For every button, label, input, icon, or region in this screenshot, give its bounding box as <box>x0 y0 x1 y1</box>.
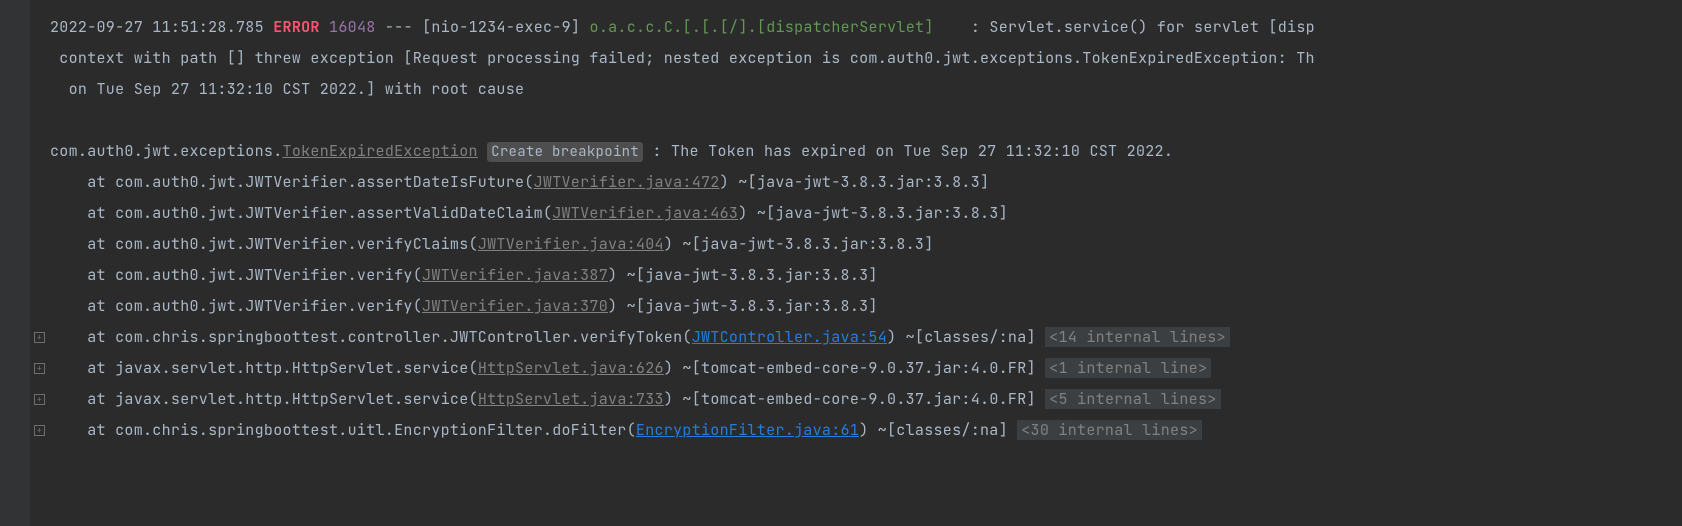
stack-suffix: ) ~[java-jwt-3.8.3.jar:3.8.3] <box>608 296 878 316</box>
stack-frame: at com.chris.springboottest.uitl.Encrypt… <box>50 415 1682 446</box>
stack-suffix: ) ~[tomcat-embed-core-9.0.37.jar:4.0.FR] <box>664 358 1045 378</box>
stack-prefix: at com.chris.springboottest.uitl.Encrypt… <box>50 420 636 440</box>
stack-frame: at com.chris.springboottest.controller.J… <box>50 322 1682 353</box>
stack-prefix: at javax.servlet.http.HttpServlet.servic… <box>50 358 478 378</box>
stack-suffix: ) ~[java-jwt-3.8.3.jar:3.8.3] <box>720 172 990 192</box>
expand-icon[interactable]: + <box>34 394 45 405</box>
console-output: 2022-09-27 11:51:28.785 ERROR 16048 --- … <box>50 12 1682 446</box>
stack-suffix: ) ~[classes/:na] <box>887 327 1045 347</box>
stack-suffix: ) ~[classes/:na] <box>859 420 1017 440</box>
stack-frame: at com.auth0.jwt.JWTVerifier.assertDateI… <box>50 167 1682 198</box>
stack-frame: at com.auth0.jwt.JWTVerifier.verify(JWTV… <box>50 291 1682 322</box>
log-level: ERROR <box>273 17 320 37</box>
timestamp: 2022-09-27 11:51:28.785 <box>50 17 264 37</box>
log-message: : Servlet.service() for servlet [disp <box>971 17 1315 37</box>
internal-lines-fold[interactable]: <30 internal lines> <box>1017 420 1202 440</box>
internal-lines-fold[interactable]: <1 internal line> <box>1045 358 1211 378</box>
stack-suffix: ) ~[tomcat-embed-core-9.0.37.jar:4.0.FR] <box>664 389 1045 409</box>
expand-icon[interactable]: + <box>34 332 45 343</box>
source-link[interactable]: JWTVerifier.java:463 <box>552 203 738 223</box>
stack-suffix: ) ~[java-jwt-3.8.3.jar:3.8.3] <box>608 265 878 285</box>
expand-icon[interactable]: + <box>34 425 45 436</box>
stack-frame: at com.auth0.jwt.JWTVerifier.verify(JWTV… <box>50 260 1682 291</box>
source-link[interactable]: JWTVerifier.java:404 <box>478 234 664 254</box>
stack-frame: at com.auth0.jwt.JWTVerifier.verifyClaim… <box>50 229 1682 260</box>
stack-frame: at com.auth0.jwt.JWTVerifier.assertValid… <box>50 198 1682 229</box>
stack-prefix: at com.auth0.jwt.JWTVerifier.verify( <box>50 265 422 285</box>
stack-prefix: at com.auth0.jwt.JWTVerifier.assertValid… <box>50 203 552 223</box>
source-link[interactable]: EncryptionFilter.java:61 <box>636 420 859 440</box>
exception-line: com.auth0.jwt.exceptions.TokenExpiredExc… <box>50 136 1682 167</box>
blank-line <box>50 105 1682 136</box>
source-link[interactable]: JWTVerifier.java:387 <box>422 265 608 285</box>
create-breakpoint-button[interactable]: Create breakpoint <box>487 142 643 162</box>
source-link[interactable]: HttpServlet.java:626 <box>478 358 664 378</box>
logger: o.a.c.c.C.[.[.[/].[dispatcherServlet] <box>590 17 934 37</box>
source-link[interactable]: HttpServlet.java:733 <box>478 389 664 409</box>
exception-class-prefix: com.auth0.jwt.exceptions. <box>50 141 283 161</box>
source-link[interactable]: JWTVerifier.java:472 <box>534 172 720 192</box>
exception-class-link[interactable]: TokenExpiredException <box>283 141 478 161</box>
stack-prefix: at com.auth0.jwt.JWTVerifier.verifyClaim… <box>50 234 478 254</box>
internal-lines-fold[interactable]: <14 internal lines> <box>1045 327 1230 347</box>
log-line: 2022-09-27 11:51:28.785 ERROR 16048 --- … <box>50 12 1682 43</box>
stack-prefix: at javax.servlet.http.HttpServlet.servic… <box>50 389 478 409</box>
stack-frame: at javax.servlet.http.HttpServlet.servic… <box>50 384 1682 415</box>
separator: --- <box>385 17 413 37</box>
log-line-wrap: context with path [] threw exception [Re… <box>50 43 1682 74</box>
log-line-wrap: on Tue Sep 27 11:32:10 CST 2022.] with r… <box>50 74 1682 105</box>
exception-message: : The Token has expired on Tue Sep 27 11… <box>652 141 1173 161</box>
pid: 16048 <box>329 17 376 37</box>
stack-frame: at javax.servlet.http.HttpServlet.servic… <box>50 353 1682 384</box>
thread: [nio-1234-exec-9] <box>422 17 580 37</box>
expand-icon[interactable]: + <box>34 363 45 374</box>
stack-suffix: ) ~[java-jwt-3.8.3.jar:3.8.3] <box>664 234 934 254</box>
source-link[interactable]: JWTVerifier.java:370 <box>422 296 608 316</box>
stack-prefix: at com.auth0.jwt.JWTVerifier.verify( <box>50 296 422 316</box>
stack-prefix: at com.chris.springboottest.controller.J… <box>50 327 692 347</box>
internal-lines-fold[interactable]: <5 internal lines> <box>1045 389 1220 409</box>
gutter <box>0 0 30 526</box>
stack-prefix: at com.auth0.jwt.JWTVerifier.assertDateI… <box>50 172 534 192</box>
source-link[interactable]: JWTController.java:54 <box>692 327 887 347</box>
stack-suffix: ) ~[java-jwt-3.8.3.jar:3.8.3] <box>738 203 1008 223</box>
